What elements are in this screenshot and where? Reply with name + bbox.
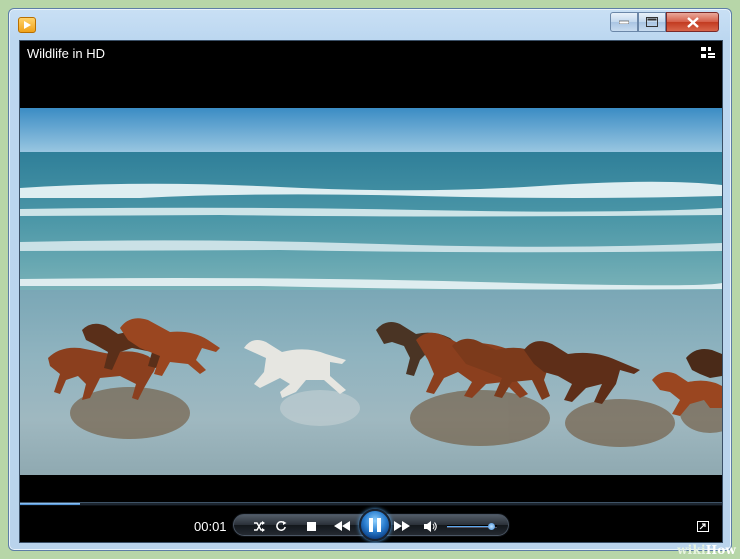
volume-slider-thumb[interactable] bbox=[488, 523, 495, 530]
maximize-icon bbox=[646, 17, 658, 27]
shuffle-button[interactable] bbox=[252, 519, 266, 533]
previous-icon bbox=[334, 521, 350, 531]
stop-button[interactable] bbox=[304, 519, 318, 533]
playback-controls bbox=[232, 509, 510, 541]
sky bbox=[20, 108, 722, 154]
fullscreen-icon bbox=[697, 521, 709, 532]
video-title: Wildlife in HD bbox=[27, 46, 106, 61]
repeat-icon bbox=[276, 521, 287, 531]
next-button[interactable] bbox=[391, 519, 413, 533]
seek-bar[interactable] bbox=[20, 502, 722, 506]
seek-bar-progress bbox=[20, 503, 80, 505]
pause-button[interactable] bbox=[359, 509, 391, 541]
elapsed-time: 00:01 bbox=[194, 519, 227, 534]
title-bar[interactable] bbox=[9, 9, 731, 39]
speaker-icon bbox=[424, 520, 437, 532]
stop-icon bbox=[306, 521, 316, 531]
shuffle-icon bbox=[254, 520, 265, 532]
volume-level bbox=[447, 526, 491, 527]
switch-to-library-icon[interactable] bbox=[701, 47, 715, 59]
previous-button[interactable] bbox=[331, 519, 353, 533]
video-frame[interactable] bbox=[20, 108, 722, 475]
minimize-button[interactable] bbox=[610, 12, 638, 32]
wikihow-watermark: wikiHow bbox=[677, 543, 736, 557]
volume-slider[interactable] bbox=[447, 523, 497, 530]
repeat-button[interactable] bbox=[274, 519, 288, 533]
pause-icon bbox=[369, 518, 381, 532]
fullscreen-button[interactable] bbox=[697, 519, 709, 537]
mute-button[interactable] bbox=[424, 519, 438, 533]
media-player-window: Wildlife in HD 00:01 bbox=[8, 8, 732, 551]
next-icon bbox=[394, 521, 410, 531]
wet-sand bbox=[20, 290, 722, 475]
minimize-icon bbox=[619, 20, 629, 24]
sea bbox=[20, 152, 722, 292]
close-button[interactable] bbox=[666, 12, 719, 32]
close-icon bbox=[686, 16, 699, 28]
player-area[interactable]: Wildlife in HD 00:01 bbox=[19, 40, 723, 543]
maximize-button[interactable] bbox=[638, 12, 666, 32]
media-player-app-icon[interactable] bbox=[18, 17, 36, 33]
